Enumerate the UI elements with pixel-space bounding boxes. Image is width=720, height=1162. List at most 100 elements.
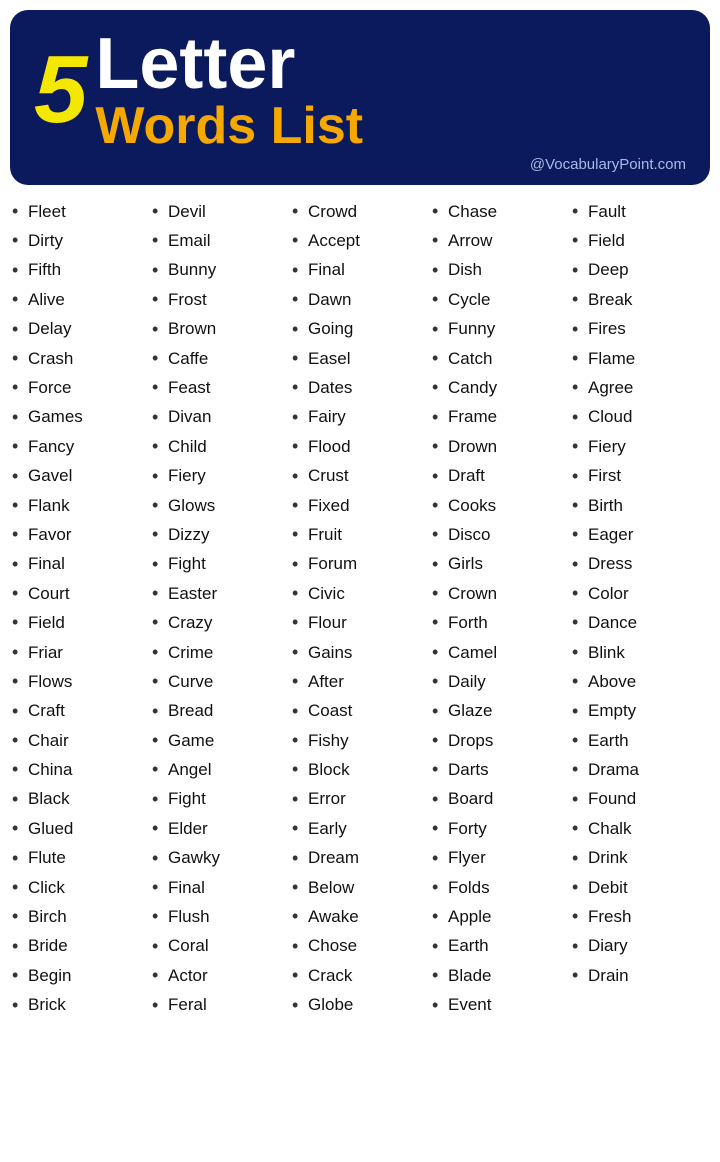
word-text: Below bbox=[308, 877, 354, 899]
word-text: Divan bbox=[168, 406, 211, 428]
bullet-icon: • bbox=[152, 935, 164, 958]
word-text: Blade bbox=[448, 965, 491, 987]
list-item: •Begin bbox=[10, 961, 150, 990]
bullet-icon: • bbox=[572, 376, 584, 399]
bullet-icon: • bbox=[152, 406, 164, 429]
word-text: Delay bbox=[28, 318, 71, 340]
list-item: •Gawky bbox=[150, 844, 290, 873]
list-item: •Email bbox=[150, 226, 290, 255]
word-column-1: •Devil•Email•Bunny•Frost•Brown•Caffe•Fea… bbox=[150, 197, 290, 1020]
bullet-icon: • bbox=[432, 935, 444, 958]
bullet-icon: • bbox=[12, 259, 24, 282]
bullet-icon: • bbox=[292, 200, 304, 223]
bullet-icon: • bbox=[432, 964, 444, 987]
word-text: Funny bbox=[448, 318, 495, 340]
word-text: Caffe bbox=[168, 348, 208, 370]
list-item: •Darts bbox=[430, 755, 570, 784]
word-text: Fixed bbox=[308, 495, 350, 517]
bullet-icon: • bbox=[292, 288, 304, 311]
bullet-icon: • bbox=[292, 611, 304, 634]
word-text: Email bbox=[168, 230, 211, 252]
header-url: @VocabularyPoint.com bbox=[34, 156, 686, 173]
word-text: Dream bbox=[308, 847, 359, 869]
word-text: Flour bbox=[308, 612, 347, 634]
list-item: •Accept bbox=[290, 226, 430, 255]
bullet-icon: • bbox=[152, 700, 164, 723]
word-text: Crazy bbox=[168, 612, 212, 634]
bullet-icon: • bbox=[292, 523, 304, 546]
list-item: •Drama bbox=[570, 755, 710, 784]
bullet-icon: • bbox=[292, 406, 304, 429]
list-item: •Court bbox=[10, 579, 150, 608]
list-item: •Glued bbox=[10, 814, 150, 843]
bullet-icon: • bbox=[432, 729, 444, 752]
list-item: •Delay bbox=[10, 315, 150, 344]
word-text: Curve bbox=[168, 671, 213, 693]
word-text: Earth bbox=[448, 935, 489, 957]
word-text: Fishy bbox=[308, 730, 349, 752]
list-item: •Above bbox=[570, 667, 710, 696]
word-text: Candy bbox=[448, 377, 497, 399]
bullet-icon: • bbox=[12, 318, 24, 341]
list-item: •Force bbox=[10, 373, 150, 402]
word-text: Glaze bbox=[448, 700, 492, 722]
list-item: •Fairy bbox=[290, 403, 430, 432]
bullet-icon: • bbox=[12, 523, 24, 546]
word-text: Feast bbox=[168, 377, 211, 399]
list-item: •Chair bbox=[10, 726, 150, 755]
word-text: Catch bbox=[448, 348, 492, 370]
bullet-icon: • bbox=[572, 788, 584, 811]
bullet-icon: • bbox=[152, 817, 164, 840]
bullet-icon: • bbox=[12, 964, 24, 987]
list-item: •Globe bbox=[290, 991, 430, 1020]
list-item: •Cooks bbox=[430, 491, 570, 520]
bullet-icon: • bbox=[432, 641, 444, 664]
list-item: •Crown bbox=[430, 579, 570, 608]
bullet-icon: • bbox=[152, 465, 164, 488]
word-text: Frost bbox=[168, 289, 207, 311]
bullet-icon: • bbox=[152, 494, 164, 517]
bullet-icon: • bbox=[292, 817, 304, 840]
list-item: •Funny bbox=[430, 315, 570, 344]
list-item: •Girls bbox=[430, 550, 570, 579]
word-text: Draft bbox=[448, 465, 485, 487]
bullet-icon: • bbox=[432, 670, 444, 693]
bullet-icon: • bbox=[432, 700, 444, 723]
word-text: Earth bbox=[588, 730, 629, 752]
word-text: Empty bbox=[588, 700, 636, 722]
list-item: •Easter bbox=[150, 579, 290, 608]
word-text: Flows bbox=[28, 671, 72, 693]
word-text: Forty bbox=[448, 818, 487, 840]
bullet-icon: • bbox=[572, 553, 584, 576]
word-text: Glued bbox=[28, 818, 73, 840]
word-text: Flame bbox=[588, 348, 635, 370]
bullet-icon: • bbox=[572, 229, 584, 252]
word-text: Fiery bbox=[168, 465, 206, 487]
bullet-icon: • bbox=[12, 700, 24, 723]
bullet-icon: • bbox=[12, 582, 24, 605]
bullet-icon: • bbox=[12, 611, 24, 634]
list-item: •Fight bbox=[150, 550, 290, 579]
word-text: Above bbox=[588, 671, 636, 693]
bullet-icon: • bbox=[432, 376, 444, 399]
list-item: •Chose bbox=[290, 932, 430, 961]
word-text: Drain bbox=[588, 965, 629, 987]
list-item: •Drain bbox=[570, 961, 710, 990]
list-item: •Gavel bbox=[10, 462, 150, 491]
list-item: •Dress bbox=[570, 550, 710, 579]
bullet-icon: • bbox=[572, 494, 584, 517]
word-text: Glows bbox=[168, 495, 215, 517]
word-text: Fancy bbox=[28, 436, 74, 458]
bullet-icon: • bbox=[292, 729, 304, 752]
word-text: Disco bbox=[448, 524, 491, 546]
word-text: Fault bbox=[588, 201, 626, 223]
bullet-icon: • bbox=[572, 847, 584, 870]
list-item: •Apple bbox=[430, 902, 570, 931]
list-item: •Cycle bbox=[430, 285, 570, 314]
list-item: •Dream bbox=[290, 844, 430, 873]
list-item: •Early bbox=[290, 814, 430, 843]
list-item: •Block bbox=[290, 755, 430, 784]
word-text: Arrow bbox=[448, 230, 492, 252]
word-text: Civic bbox=[308, 583, 345, 605]
list-item: •Catch bbox=[430, 344, 570, 373]
